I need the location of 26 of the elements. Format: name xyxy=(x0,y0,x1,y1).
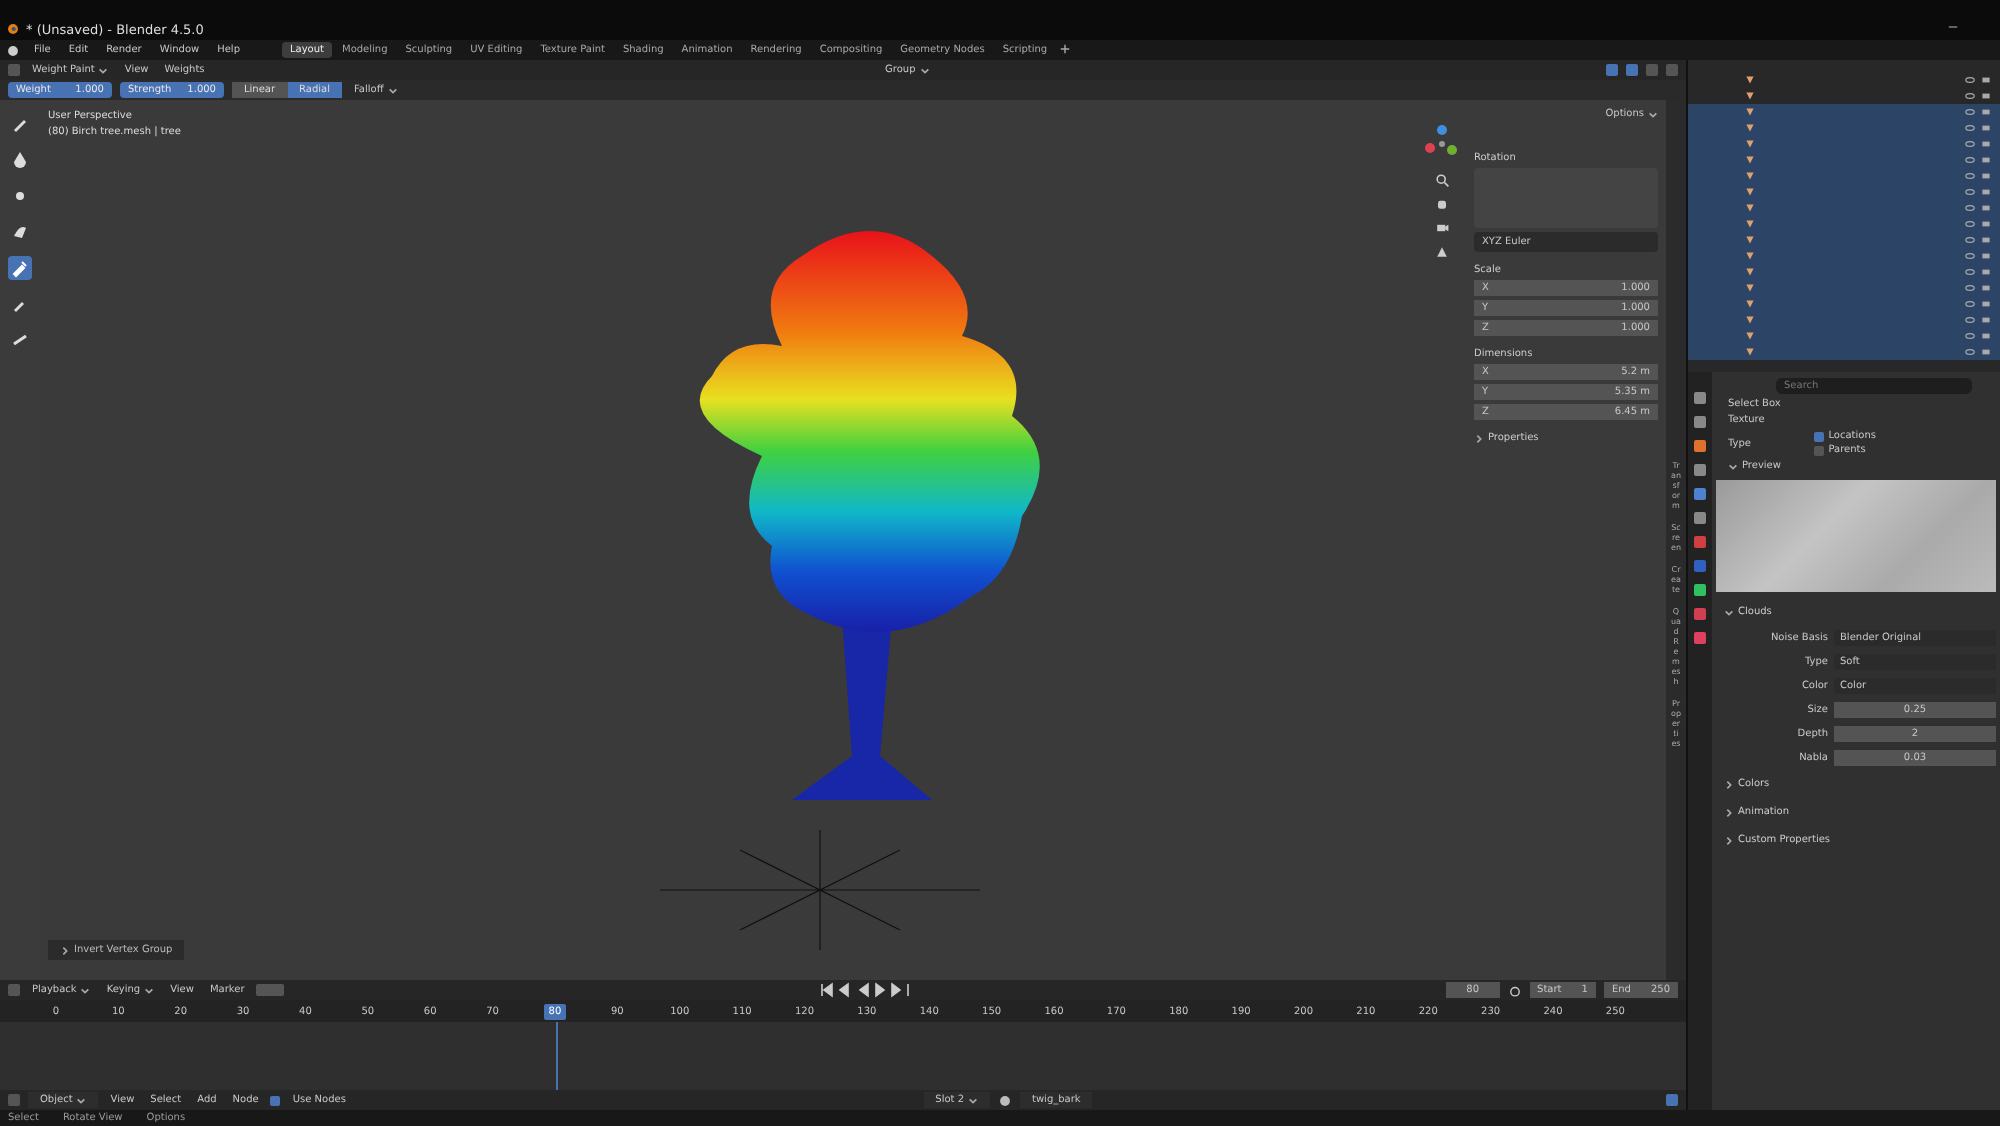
checkbox[interactable] xyxy=(270,1095,281,1105)
chevron-down-icon xyxy=(98,65,109,75)
chevron-right-icon xyxy=(1474,433,1484,443)
chevron-right-icon xyxy=(60,945,70,955)
chevron-down-icon xyxy=(1648,109,1658,119)
chevron-icon xyxy=(1724,807,1734,817)
chevron-down-icon xyxy=(80,985,91,995)
checkbox[interactable] xyxy=(1814,431,1825,441)
minimize-icon[interactable] xyxy=(1946,20,1960,34)
add-icon[interactable] xyxy=(1057,42,1072,56)
stopwatch-icon[interactable] xyxy=(1507,983,1522,997)
chevron-down-icon xyxy=(1728,461,1738,471)
chevron-icon xyxy=(1724,779,1734,789)
zoom-icon[interactable] xyxy=(1434,172,1450,188)
chevron-down-icon xyxy=(76,1095,87,1105)
checkbox[interactable] xyxy=(1814,445,1825,455)
material-sphere-icon[interactable] xyxy=(998,1093,1012,1107)
chevron-icon xyxy=(1724,607,1734,617)
chevron-icon xyxy=(1724,835,1734,845)
camera-icon[interactable] xyxy=(1434,220,1450,236)
chevron-down-icon xyxy=(387,85,398,95)
timeline-track[interactable] xyxy=(0,1022,1686,1090)
chevron-down-icon xyxy=(919,65,930,75)
chevron-down-icon xyxy=(144,985,155,995)
drop-icon[interactable] xyxy=(8,148,32,172)
chevron-down-icon xyxy=(968,1095,978,1105)
